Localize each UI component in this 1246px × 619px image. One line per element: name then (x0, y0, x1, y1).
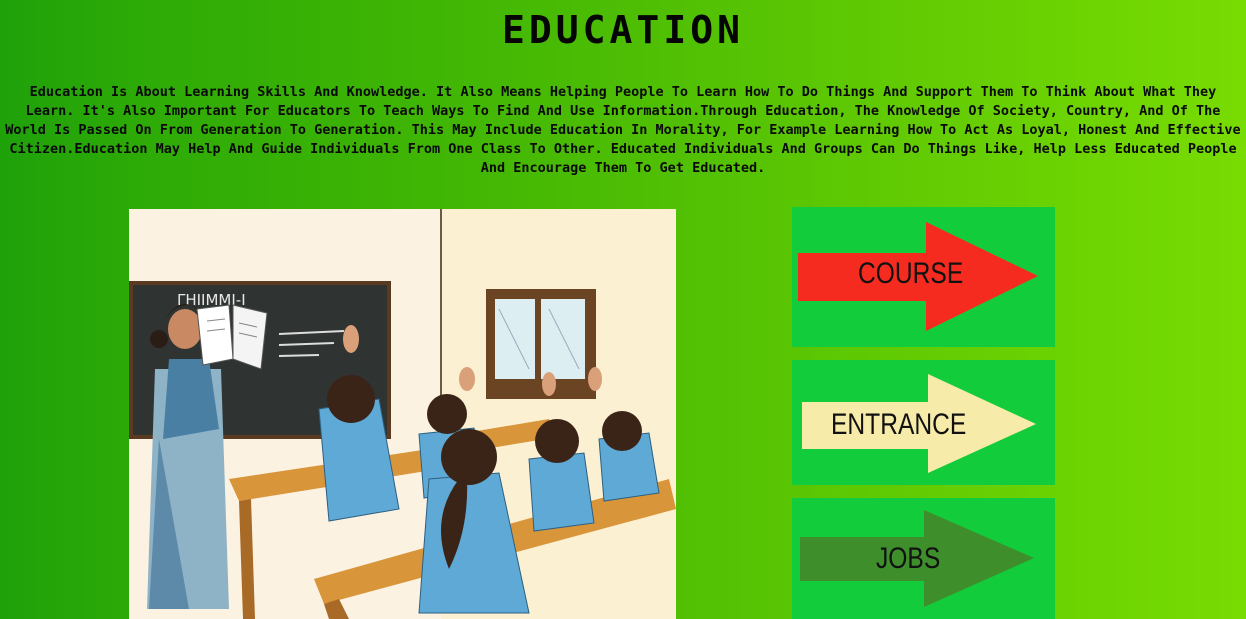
intro-paragraph: Education Is About Learning Skills And K… (5, 84, 1241, 176)
classroom-drawing: ΓHIIMMI-I (129, 209, 676, 619)
classroom-illustration: ΓHIIMMI-I (129, 209, 676, 619)
entrance-button[interactable]: ENTRANCE (792, 360, 1055, 485)
course-button[interactable]: COURSE (792, 207, 1055, 347)
page-title: EDUCATION (502, 8, 744, 52)
entrance-label: ENTRANCE (831, 408, 967, 441)
course-label: COURSE (858, 257, 964, 290)
jobs-label: JOBS (876, 542, 941, 575)
jobs-button[interactable]: JOBS (792, 498, 1055, 619)
